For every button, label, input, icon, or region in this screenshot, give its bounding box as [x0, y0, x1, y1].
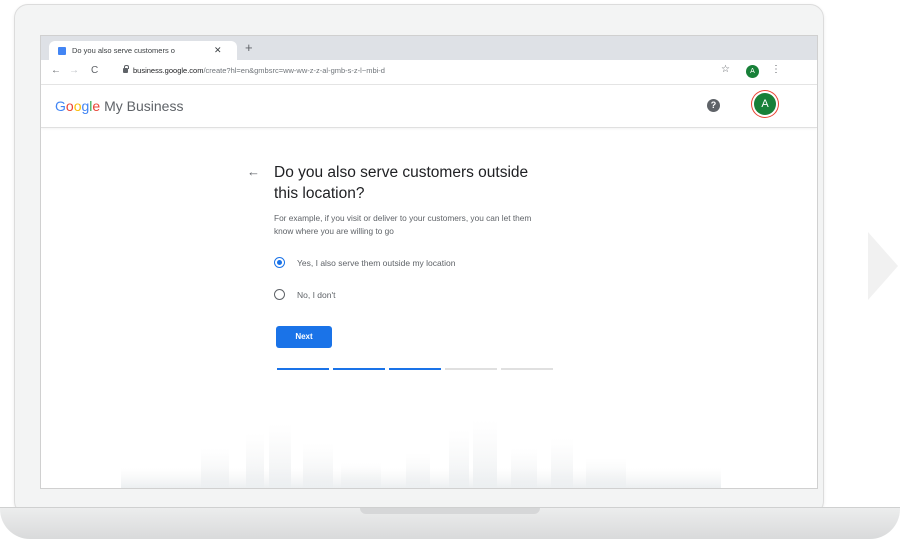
reload-button[interactable]: C — [91, 64, 98, 78]
bookmark-star-icon[interactable]: ☆ — [721, 64, 730, 75]
browser-tab[interactable]: Do you also serve customers o ✕ — [49, 41, 237, 60]
forward-button[interactable]: → — [69, 64, 79, 78]
laptop-base — [0, 507, 900, 539]
back-arrow-icon[interactable]: ← — [247, 164, 260, 179]
new-tab-button[interactable]: + — [245, 41, 253, 55]
progress-segment — [277, 368, 329, 370]
question-heading: Do you also serve customers outside this… — [274, 164, 529, 202]
helper-text: For example, if you visit or deliver to … — [274, 213, 532, 236]
radio-button-unchecked[interactable] — [274, 289, 285, 300]
help-icon[interactable]: ? — [707, 99, 720, 112]
progress-segment — [501, 368, 553, 370]
radio-button-checked[interactable] — [274, 257, 285, 268]
option-yes-label: Yes, I also serve them outside my locati… — [297, 257, 456, 268]
profile-avatar[interactable]: A — [746, 65, 759, 78]
browser-window: Do you also serve customers o ✕ + ← → C … — [40, 35, 818, 489]
google-my-business-logo[interactable]: Google My Business — [55, 98, 183, 114]
tab-title: Do you also serve customers o — [72, 46, 175, 55]
lock-icon — [123, 65, 129, 73]
account-avatar[interactable]: A — [754, 93, 776, 115]
close-tab-icon[interactable]: ✕ — [214, 45, 222, 56]
url-domain: business.google.com — [133, 66, 204, 75]
browser-menu-icon[interactable]: ⋮ — [771, 64, 781, 75]
side-chevron-decoration — [868, 232, 898, 300]
progress-segment — [445, 368, 497, 370]
option-no-label: No, I don't — [297, 289, 336, 300]
tab-strip: Do you also serve customers o ✕ + — [41, 36, 817, 60]
back-button[interactable]: ← — [51, 64, 61, 78]
browser-toolbar: ← → C business.google.com/create?hl=en&g… — [41, 60, 817, 85]
address-bar[interactable]: business.google.com/create?hl=en&gmbsrc=… — [133, 66, 385, 75]
progress-segment — [333, 368, 385, 370]
city-skyline-illustration — [121, 420, 721, 488]
favicon-icon — [58, 46, 66, 55]
next-button[interactable]: Next — [276, 326, 332, 348]
app-header: Google My Business ? A — [41, 85, 817, 128]
option-yes[interactable]: Yes, I also serve them outside my locati… — [274, 257, 455, 268]
progress-segment — [389, 368, 441, 370]
option-no[interactable]: No, I don't — [274, 289, 335, 300]
url-path: /create?hl=en&gmbsrc=ww-ww-z-z-al-gmb-s-… — [203, 66, 385, 75]
